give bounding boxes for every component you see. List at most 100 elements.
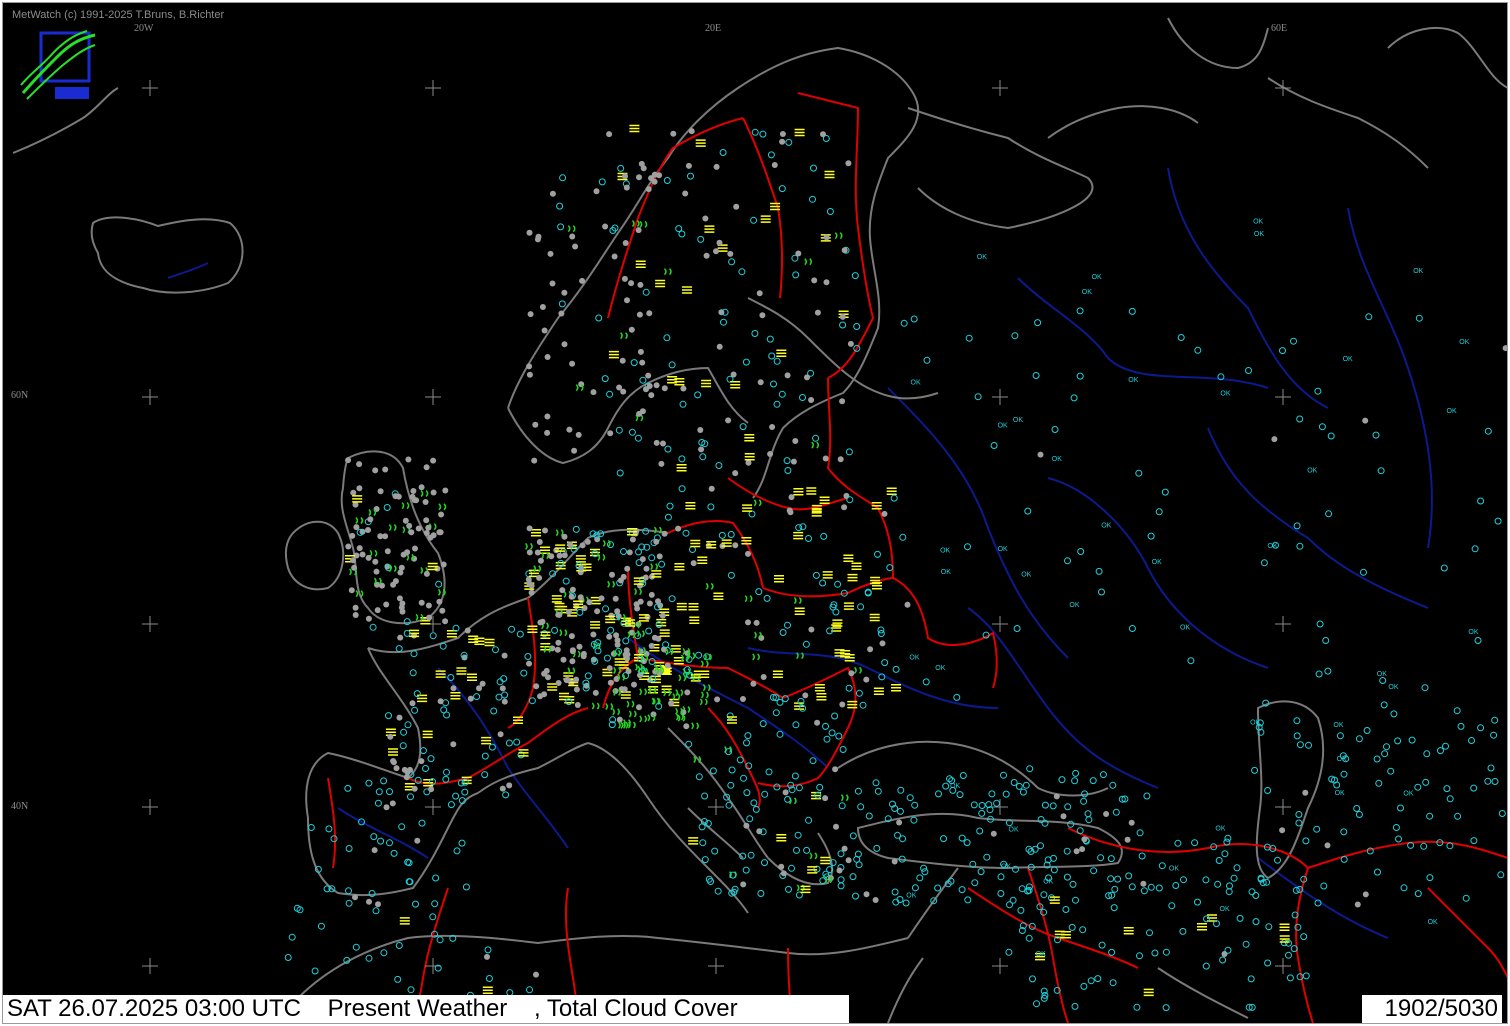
map-viewport[interactable]: OK OK OK OK OK OK OK OK OK OK OK OK OK OK OK OK OK OK OK OK… [2,2,1508,1024]
station-dot-icon [727,250,734,257]
station-dot-icon [653,439,660,446]
weather-map[interactable]: OK OK OK OK OK OK OK OK OK OK OK OK OK OK OK OK OK OK OK OK… [8,8,1508,1024]
station-dot-icon [640,165,647,172]
station-dot-icon [1354,901,1361,908]
station-dot-icon [405,456,412,463]
station-dot-icon [366,898,372,905]
ok-label: OK [950,783,960,790]
station-dot-icon [879,640,886,647]
station-dot-icon [639,556,646,563]
station-dot-icon [532,421,539,428]
station-dot-icon [563,677,570,684]
station-dot-icon [841,247,848,254]
station-dot-icon [407,766,413,773]
ok-label: OK [1254,231,1264,238]
station-dot-icon [608,612,615,619]
station-dot-icon [526,371,533,378]
station-dot-icon [373,568,380,575]
station-dot-icon [1081,836,1088,843]
status-bar-datetime-product: SAT 26.07.2025 03:00 UTC Present Weather… [3,995,849,1023]
station-dot-icon [625,668,632,675]
station-dot-icon [837,456,844,463]
ok-label: OK [1388,684,1398,691]
station-dot-icon [398,604,405,611]
station-dot-icon [867,646,874,653]
station-dot-icon [549,280,556,287]
station-dot-icon [628,280,635,287]
station-dot-icon [352,612,359,618]
station-dot-icon [397,569,404,576]
station-dot-icon [753,619,760,626]
ok-label: OK [1468,629,1478,636]
station-dot-icon [896,819,903,826]
station-dot-icon [422,499,429,505]
ok-label: OK [1447,408,1457,415]
station-dot-icon [569,586,576,593]
metwatch-logo-icon[interactable] [17,27,97,107]
station-dot-icon [345,543,352,550]
station-dot-icon [839,313,846,320]
ok-label: OK [1180,624,1190,631]
ok-label: OK [1001,864,1011,871]
station-dot-icon [759,312,766,319]
ok-label: OK [1101,522,1111,529]
station-dot-icon [372,467,379,474]
station-dot-icon [732,470,739,477]
station-dot-icon [778,863,785,870]
station-dot-icon [653,382,660,389]
station-dot-icon [534,549,541,556]
station-dot-icon [668,700,675,707]
ok-label: OK [911,380,921,387]
station-dot-icon [541,691,548,698]
ok-label: OK [1082,289,1092,296]
station-dot-icon [574,702,581,708]
ok-label: OK [1036,951,1046,958]
station-dot-icon [423,530,430,536]
ok-label: OK [940,548,950,555]
station-dot-icon [733,203,740,210]
station-dot-icon [390,759,397,766]
station-dot-icon [569,647,576,654]
station-dot-icon [771,162,778,168]
station-dot-icon [569,233,576,240]
station-dot-icon [1103,811,1110,817]
station-dot-icon [648,392,655,399]
station-dot-icon [450,741,457,748]
station-dot-icon [1362,417,1369,424]
station-dot-icon [714,696,721,703]
station-dot-icon [536,574,543,581]
station-dot-icon [624,565,631,572]
station-dot-icon [713,248,719,255]
station-dot-icon [664,662,671,669]
station-dot-icon [397,634,404,641]
station-dot-icon [767,451,774,457]
station-dot-icon [634,605,641,612]
ok-label: OK [998,546,1008,553]
ok-label: OK [1343,356,1353,363]
station-dot-icon [403,774,410,781]
station-dot-icon [545,674,551,681]
ok-label: OK [1169,866,1179,873]
station-dot-icon [365,554,372,561]
station-dot-icon [533,971,539,978]
station-dot-icon [623,184,630,191]
station-dot-icon [745,619,751,626]
ok-label: OK [1009,826,1019,833]
station-dot-icon [428,786,435,793]
grid-label-60e: 60E [1271,23,1288,34]
station-dot-icon [409,700,416,707]
station-dot-icon [743,822,750,829]
station-dot-icon [645,186,652,193]
ok-label: OK [1021,571,1031,578]
station-dot-icon [1053,793,1060,800]
station-dot-icon [425,602,432,609]
station-dot-icon [646,310,653,317]
station-dot-icon [352,894,358,901]
station-dot-icon [843,492,850,499]
station-dot-icon [1302,789,1309,796]
station-dot-icon [635,227,642,234]
station-dot-icon [606,665,613,672]
station-dot-icon [377,488,384,495]
station-dot-icon [648,591,655,598]
station-dot-icon [387,733,394,740]
